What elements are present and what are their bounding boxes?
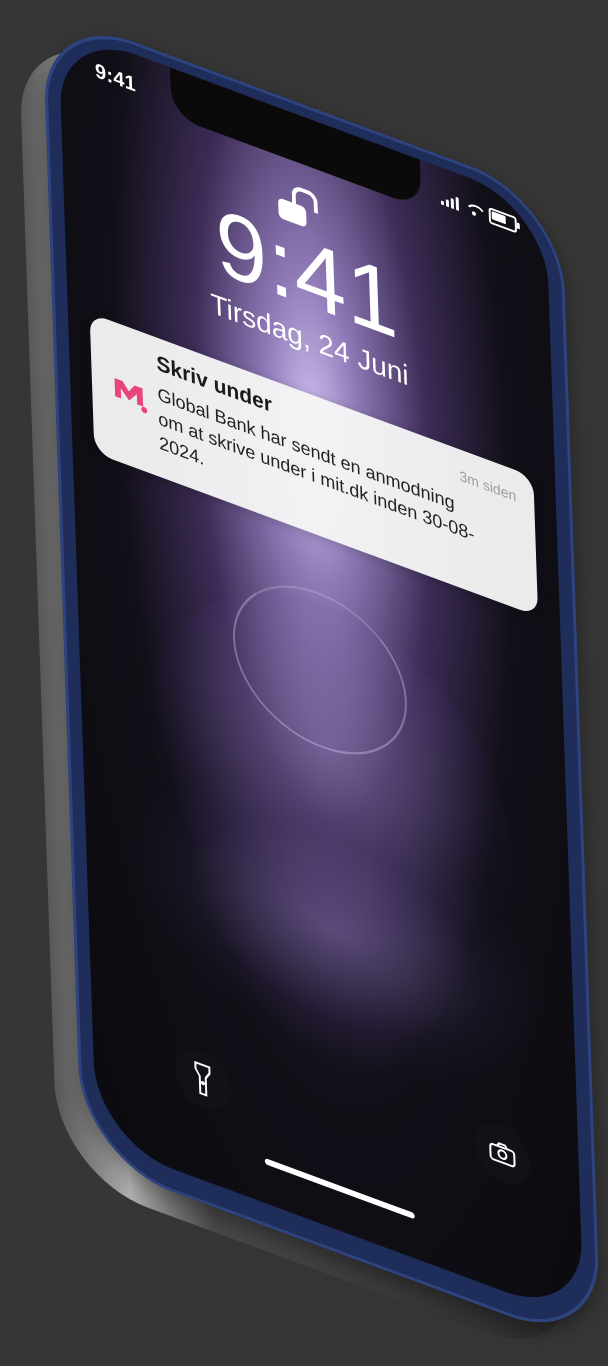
signal-icon xyxy=(440,190,460,212)
stage: 9:41 9:41 Tirsdag, 24 Juni Skriv under 3… xyxy=(0,0,608,1366)
home-indicator[interactable] xyxy=(264,1157,415,1220)
notification-body: Global Bank har sendt en anmodning om at… xyxy=(157,383,475,546)
mitdk-app-icon xyxy=(109,366,148,419)
battery-icon xyxy=(488,206,518,234)
camera-icon xyxy=(489,1142,516,1168)
flashlight-icon xyxy=(194,1060,211,1097)
lock-screen: 9:41 9:41 Tirsdag, 24 Juni Skriv under 3… xyxy=(58,26,585,1321)
wifi-icon xyxy=(465,199,483,220)
flashlight-button[interactable] xyxy=(173,1041,232,1119)
camera-button[interactable] xyxy=(473,1114,532,1193)
status-time: 9:41 xyxy=(94,59,137,97)
